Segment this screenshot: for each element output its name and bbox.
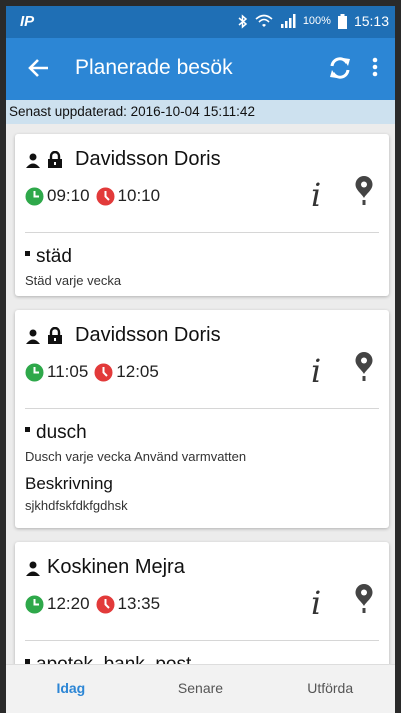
end-time: 10:10 [117, 186, 161, 205]
task-title: apotek, bank, post [36, 654, 191, 664]
map-pin-icon[interactable] [355, 584, 373, 614]
start-time: 09:10 [47, 186, 90, 205]
end-time: 12:05 [116, 362, 159, 381]
page-title: Planerade besök [75, 56, 233, 79]
status-icons: 100% 15:13 [238, 13, 389, 29]
status-bar: IP 100% 15:13 [6, 6, 395, 38]
client-name: Koskinen Mejra [47, 556, 185, 578]
clock: 15:13 [353, 13, 389, 29]
visit-list[interactable]: Davidsson Doris 09:10 10:10 i städ Städ … [6, 124, 395, 664]
info-icon[interactable]: i [311, 584, 321, 622]
last-updated-bar: Senast uppdaterad: 2016-10-04 15:11:42 [6, 100, 395, 124]
person-icon [26, 329, 40, 344]
refresh-icon[interactable] [326, 54, 354, 82]
battery-percent: 100% [302, 15, 331, 27]
visit-card[interactable]: Davidsson Doris 11:05 12:05 i dusch Dusc… [15, 310, 389, 528]
person-icon [26, 153, 40, 168]
visit-card[interactable]: Davidsson Doris 09:10 10:10 i städ Städ … [15, 134, 389, 296]
map-pin-icon[interactable] [355, 352, 373, 382]
tab-later[interactable]: Senare [136, 665, 266, 713]
visit-card[interactable]: Koskinen Mejra 12:20 13:35 i apotek, ban… [15, 542, 389, 664]
tab-done[interactable]: Utförda [265, 665, 395, 713]
phone-screen: IP 100% 15:13 Planerade besök Senast upp… [6, 6, 395, 713]
signal-icon [280, 14, 296, 28]
start-time-icon [25, 363, 44, 381]
end-time-icon [96, 595, 115, 613]
client-name: Davidsson Doris [75, 324, 221, 346]
description-label: Beskrivning [25, 474, 113, 493]
lock-icon [48, 327, 62, 344]
map-pin-icon[interactable] [355, 176, 373, 206]
description-text: sjkhdfskfdkfgdhsk [25, 498, 128, 513]
bluetooth-icon [238, 13, 247, 29]
battery-icon [337, 13, 347, 29]
person-icon [26, 561, 40, 576]
app-bar: Planerade besök [6, 38, 395, 100]
end-time-icon [94, 363, 113, 381]
info-icon[interactable]: i [311, 352, 321, 390]
start-time-icon [25, 595, 44, 613]
wifi-icon [255, 14, 273, 27]
tab-today[interactable]: Idag [6, 665, 136, 713]
start-time: 12:20 [47, 594, 90, 613]
carrier-label: IP [20, 13, 35, 30]
client-name: Davidsson Doris [75, 148, 221, 170]
task-item: apotek, bank, post [25, 654, 191, 664]
card-divider [25, 408, 379, 409]
task-item: dusch Dusch varje vecka Använd varmvatte… [25, 422, 246, 464]
card-divider [25, 232, 379, 233]
start-time: 11:05 [47, 362, 89, 381]
end-time: 13:35 [117, 594, 161, 613]
end-time-icon [96, 187, 115, 205]
task-description: Dusch varje vecka Använd varmvatten [25, 449, 247, 464]
bullet-icon [25, 427, 30, 432]
more-options-icon[interactable] [370, 54, 380, 82]
start-time-icon [25, 187, 44, 205]
bottom-tab-bar: Idag Senare Utförda [6, 664, 395, 713]
bullet-icon [25, 251, 30, 256]
info-icon[interactable]: i [311, 176, 321, 214]
task-title: dusch [36, 422, 87, 443]
task-description: Städ varje vecka [25, 273, 122, 288]
task-item: städ Städ varje vecka [25, 246, 121, 288]
card-divider [25, 640, 379, 641]
task-title: städ [36, 246, 72, 267]
lock-icon [48, 151, 62, 168]
back-arrow-icon[interactable] [26, 55, 52, 81]
